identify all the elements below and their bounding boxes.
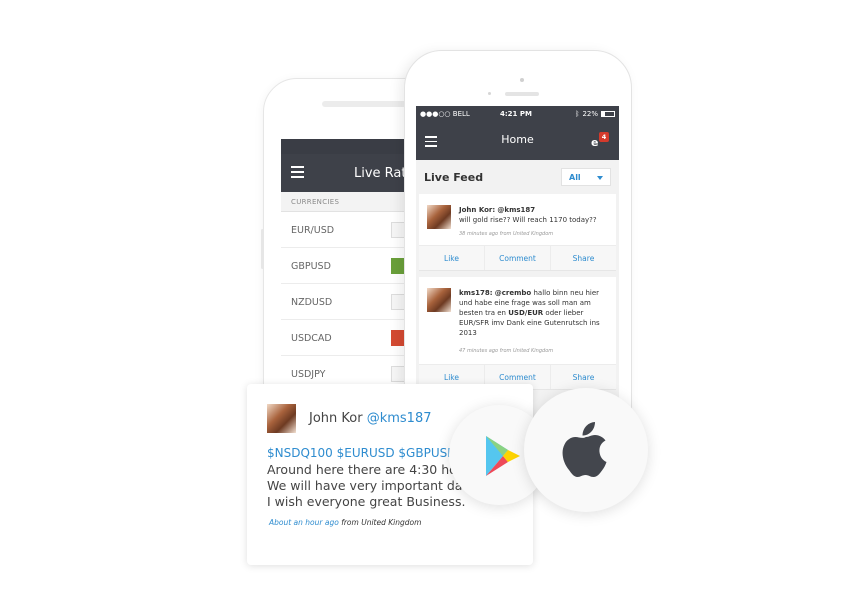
currency-symbol: NZDUSD bbox=[291, 297, 333, 308]
apple-icon bbox=[562, 422, 607, 477]
battery-percent: 22% bbox=[582, 110, 598, 118]
tweet-tickers[interactable]: $NSDQ100 $EURUSD $GBPUSD bbox=[267, 446, 456, 460]
post-mention[interactable]: @kms187 bbox=[497, 206, 535, 214]
currency-symbol: USDJPY bbox=[291, 369, 326, 380]
phone-side-button bbox=[261, 229, 264, 269]
hamburger-menu-icon[interactable] bbox=[291, 166, 304, 181]
post-body: will gold rise?? Will reach 1170 today?? bbox=[459, 216, 597, 224]
tweet-location: from United Kingdom bbox=[338, 518, 422, 527]
google-play-icon bbox=[486, 436, 520, 476]
post-meta: 38 minutes ago from United Kingdom bbox=[459, 231, 554, 237]
currency-symbol: GBPUSD bbox=[291, 261, 331, 272]
post-actions: Like Comment Share bbox=[419, 245, 616, 270]
phone-speaker bbox=[505, 92, 539, 96]
author-name: John Kor bbox=[309, 411, 363, 426]
feed-post: kms178: @crembo hallo binn neu hier und … bbox=[419, 277, 616, 390]
app-store-button[interactable] bbox=[524, 388, 648, 512]
app-bar: Home e 4 bbox=[416, 122, 619, 160]
notifications-button[interactable]: e 4 bbox=[591, 132, 609, 150]
bluetooth-icon: ᛒ bbox=[575, 110, 580, 118]
avatar[interactable] bbox=[267, 404, 296, 433]
phone-sensor bbox=[488, 92, 491, 95]
currency-symbol: USDCAD bbox=[291, 333, 332, 344]
tweet-line: I wish everyone great Business. bbox=[267, 494, 466, 509]
filter-value: All bbox=[569, 173, 581, 182]
feed-header: Live Feed All bbox=[416, 160, 619, 194]
feed-post: John Kor: @kms187 will gold rise?? Will … bbox=[419, 194, 616, 271]
like-button[interactable]: Like bbox=[419, 246, 485, 270]
share-button[interactable]: Share bbox=[551, 365, 616, 389]
chevron-down-icon bbox=[597, 176, 603, 180]
post-author[interactable]: kms178: bbox=[459, 289, 493, 297]
post-text: John Kor: @kms187 will gold rise?? Will … bbox=[459, 205, 608, 225]
tweet-author: John Kor @kms187 bbox=[309, 411, 432, 426]
battery-icon bbox=[601, 111, 615, 117]
feed-filter-dropdown[interactable]: All bbox=[561, 168, 611, 186]
page-title: Home bbox=[501, 133, 534, 146]
clock: 4:21 PM bbox=[500, 110, 532, 118]
status-bar: ●●●○○ BELL 4:21 PM ᛒ 22% bbox=[416, 106, 619, 122]
author-handle[interactable]: @kms187 bbox=[367, 411, 432, 426]
notification-icon: e bbox=[591, 136, 599, 149]
share-button[interactable]: Share bbox=[551, 246, 616, 270]
tweet-footer: About an hour ago from United Kingdom bbox=[269, 518, 421, 527]
post-mention[interactable]: @crembo bbox=[495, 289, 531, 297]
notification-badge: 4 bbox=[599, 132, 609, 142]
phone-camera bbox=[520, 78, 524, 82]
post-text: kms178: @crembo hallo binn neu hier und … bbox=[459, 288, 608, 338]
post-body-bold: USD/EUR bbox=[508, 309, 544, 317]
tweet-time-link[interactable]: About an hour ago bbox=[269, 518, 339, 527]
carrier-label: ●●●○○ BELL bbox=[420, 110, 470, 118]
feed-title: Live Feed bbox=[424, 171, 484, 184]
avatar[interactable] bbox=[427, 205, 451, 229]
currency-symbol: EUR/USD bbox=[291, 225, 335, 236]
battery-indicator: ᛒ 22% bbox=[575, 110, 615, 118]
avatar[interactable] bbox=[427, 288, 451, 312]
post-author[interactable]: John Kor: bbox=[459, 206, 495, 214]
comment-button[interactable]: Comment bbox=[485, 246, 551, 270]
post-meta: 47 minutes ago from United Kingdom bbox=[459, 348, 554, 354]
